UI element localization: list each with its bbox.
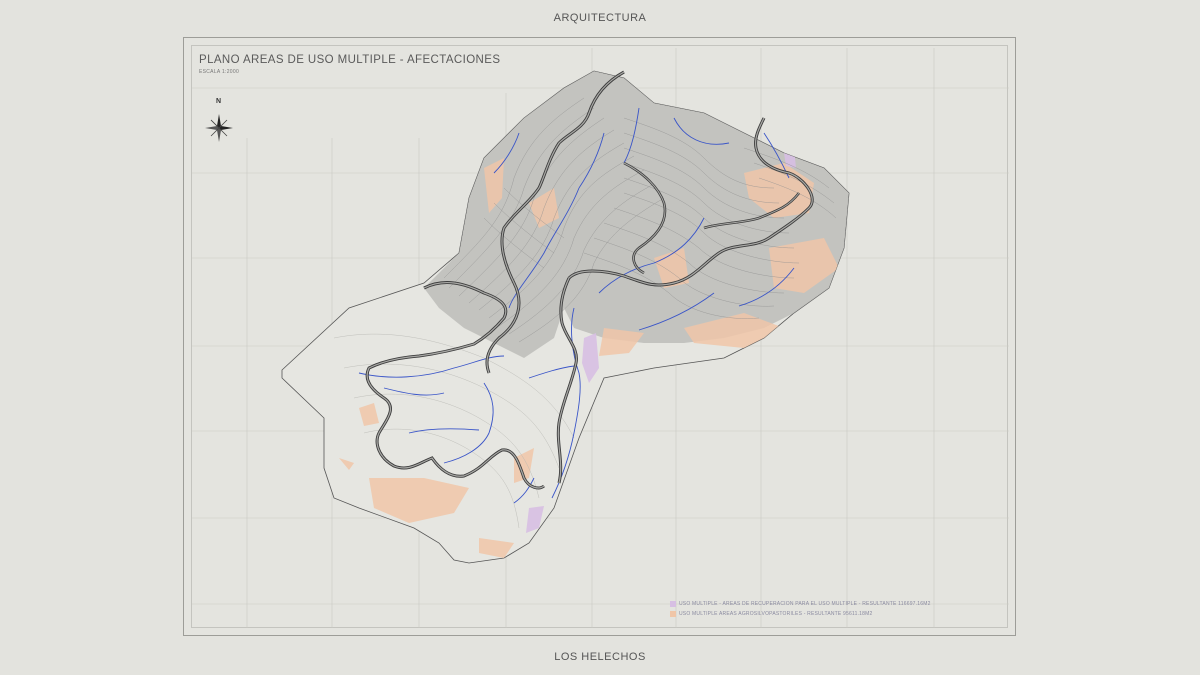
legend-swatch-agro <box>670 611 676 617</box>
legend-item-recovery: USO MULTIPLE - AREAS DE RECUPERACION PAR… <box>670 599 931 609</box>
drawing-sheet: PLANO AREAS DE USO MULTIPLE - AFECTACION… <box>183 37 1016 636</box>
legend-label-agro: USO MULTIPLE AREAS AGROSILVOPASTORILES -… <box>679 611 873 617</box>
legend-item-agro: USO MULTIPLE AREAS AGROSILVOPASTORILES -… <box>670 609 931 619</box>
discipline-label: ARQUITECTURA <box>553 12 647 24</box>
site-map <box>192 48 1009 628</box>
project-label: LOS HELECHOS <box>554 651 646 663</box>
map-legend: USO MULTIPLE - AREAS DE RECUPERACION PAR… <box>670 599 931 619</box>
legend-swatch-recovery <box>670 601 676 607</box>
north-label: N <box>216 98 222 105</box>
plan-scale: ESCALA 1:2000 <box>199 69 240 75</box>
legend-label-recovery: USO MULTIPLE - AREAS DE RECUPERACION PAR… <box>679 601 931 607</box>
north-arrow-rose <box>205 114 233 142</box>
plan-title: PLANO AREAS DE USO MULTIPLE - AFECTACION… <box>199 54 501 66</box>
